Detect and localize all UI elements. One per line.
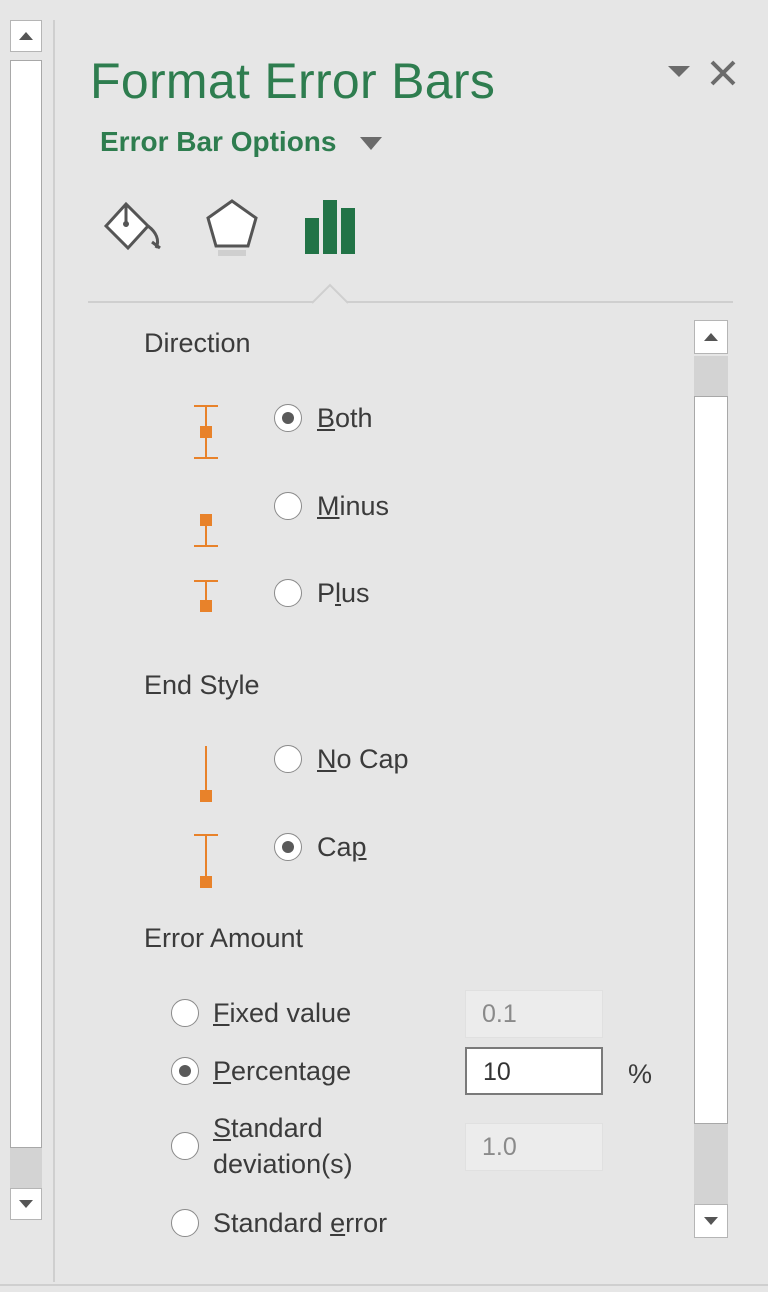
scroll-down-button[interactable] bbox=[694, 1204, 728, 1238]
scroll-track[interactable] bbox=[10, 1148, 42, 1188]
end-style-no-cap-radio[interactable] bbox=[274, 745, 302, 773]
end-style-title: End Style bbox=[144, 670, 260, 700]
scroll-track[interactable] bbox=[694, 1124, 728, 1204]
fixed-value-input[interactable]: 0.1 bbox=[465, 990, 603, 1038]
plus-direction-icon bbox=[194, 580, 218, 612]
scroll-up-button[interactable] bbox=[10, 20, 42, 52]
triangle-down-icon bbox=[704, 1217, 718, 1225]
direction-minus-radio[interactable] bbox=[274, 492, 302, 520]
triangle-up-icon bbox=[19, 32, 33, 40]
standard-error-radio[interactable] bbox=[171, 1209, 199, 1237]
percentage-unit: % bbox=[628, 1059, 653, 1089]
pane-title: Format Error Bars bbox=[90, 53, 496, 109]
options-scrollbar[interactable] bbox=[692, 320, 730, 1240]
chevron-down-icon bbox=[358, 128, 384, 160]
direction-plus-radio[interactable] bbox=[274, 579, 302, 607]
standard-deviation-label[interactable]: Standard deviation(s) bbox=[213, 1110, 353, 1182]
cap-icon bbox=[194, 834, 218, 888]
options-menu-label: Error Bar Options bbox=[100, 126, 337, 157]
error-bar-options-icon[interactable] bbox=[303, 198, 359, 256]
percentage-input[interactable]: 10 bbox=[465, 1047, 603, 1095]
fixed-value-label[interactable]: Fixed value bbox=[213, 995, 351, 1031]
bottom-border bbox=[0, 1284, 768, 1286]
scroll-track[interactable] bbox=[694, 356, 728, 396]
scroll-down-button[interactable] bbox=[10, 1188, 42, 1220]
standard-deviation-input[interactable]: 1.0 bbox=[465, 1123, 603, 1171]
direction-plus-label[interactable]: Plus bbox=[317, 575, 370, 611]
error-amount-title: Error Amount bbox=[144, 923, 304, 953]
tab-underline bbox=[88, 301, 733, 303]
end-style-cap-label[interactable]: Cap bbox=[317, 829, 367, 865]
standard-deviation-radio[interactable] bbox=[171, 1132, 199, 1160]
close-icon[interactable] bbox=[706, 56, 740, 90]
direction-minus-label[interactable]: Minus bbox=[317, 488, 389, 524]
triangle-down-icon bbox=[19, 1200, 33, 1208]
standard-error-label[interactable]: Standard error bbox=[213, 1205, 387, 1241]
selected-tab-pointer bbox=[312, 283, 348, 304]
effects-pentagon-icon[interactable] bbox=[202, 196, 262, 260]
fill-line-icon[interactable] bbox=[100, 196, 164, 256]
percentage-radio[interactable] bbox=[171, 1057, 199, 1085]
scroll-thumb[interactable] bbox=[10, 60, 42, 1148]
direction-both-label[interactable]: Both bbox=[317, 400, 373, 436]
minus-direction-icon bbox=[194, 514, 218, 547]
direction-title: Direction bbox=[144, 328, 251, 358]
pane-options-dropdown-icon[interactable] bbox=[664, 60, 694, 84]
no-cap-icon bbox=[200, 746, 212, 802]
direction-both-radio[interactable] bbox=[274, 404, 302, 432]
end-style-cap-radio[interactable] bbox=[274, 833, 302, 861]
percentage-label[interactable]: Percentage bbox=[213, 1053, 351, 1089]
scroll-thumb[interactable] bbox=[694, 396, 728, 1124]
both-direction-icon bbox=[194, 405, 218, 459]
scroll-up-button[interactable] bbox=[694, 320, 728, 354]
pane-divider bbox=[53, 20, 55, 1282]
triangle-up-icon bbox=[704, 333, 718, 341]
error-bar-options-menu[interactable]: Error Bar Options bbox=[100, 126, 384, 160]
end-style-no-cap-label[interactable]: No Cap bbox=[317, 741, 409, 777]
left-scrollbar[interactable] bbox=[8, 20, 44, 1220]
fixed-value-radio[interactable] bbox=[171, 999, 199, 1027]
